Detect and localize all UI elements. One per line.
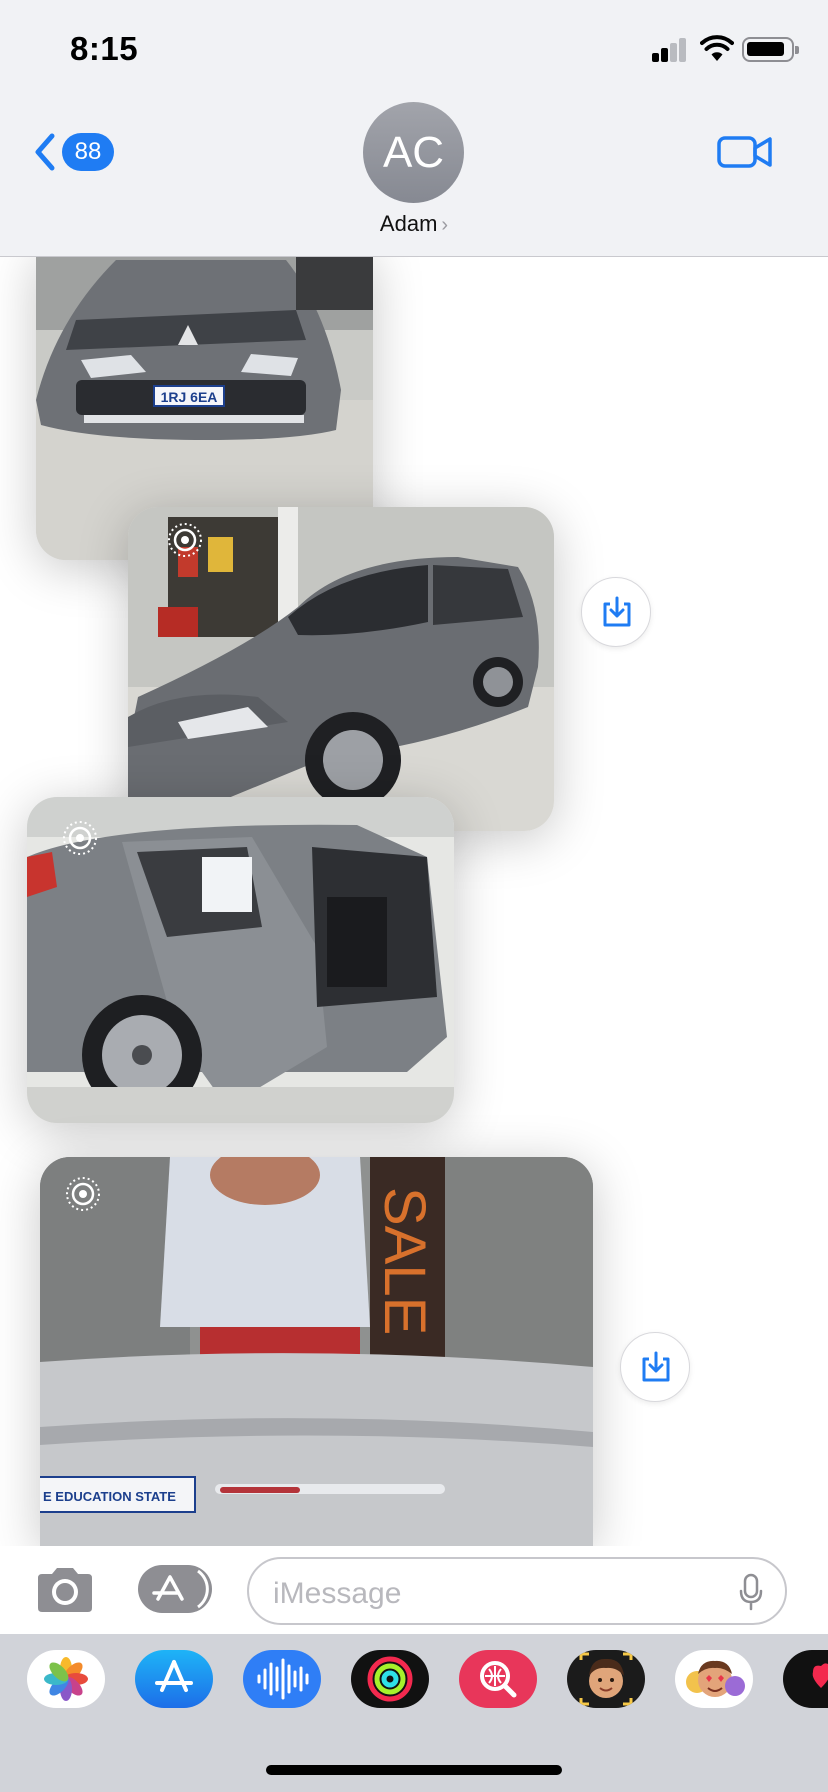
app-store-icon: [155, 1660, 193, 1692]
camera-button[interactable]: [34, 1566, 96, 1614]
cellular-signal-icon: [652, 38, 688, 62]
download-icon: [603, 596, 631, 627]
photo-message-car-reflection[interactable]: SALE E EDUCATION STATE: [40, 1157, 593, 1546]
app-memoji-stickers[interactable]: [675, 1650, 753, 1708]
car-reflection-image: SALE E EDUCATION STATE: [40, 1157, 593, 1546]
contact-name-row[interactable]: Adam ›: [0, 211, 828, 237]
wifi-icon: [700, 35, 734, 61]
photos-icon: [44, 1657, 88, 1701]
digital-touch-icon: [812, 1663, 828, 1688]
home-indicator[interactable]: [266, 1765, 562, 1775]
app-memoji[interactable]: [567, 1650, 645, 1708]
chevron-left-icon: [35, 133, 55, 171]
memoji-icon: [579, 1652, 633, 1706]
facetime-video-button[interactable]: [716, 130, 774, 174]
download-icon: [642, 1351, 670, 1382]
activity-rings-icon: [367, 1656, 413, 1702]
app-app-store[interactable]: [135, 1650, 213, 1708]
plate-text: 1RJ 6EA: [161, 389, 218, 405]
status-bar: 8:15: [0, 0, 828, 100]
reflected-sale-text: SALE: [372, 1187, 437, 1335]
battery-icon: [742, 37, 799, 62]
audio-wave-icon: [257, 1658, 309, 1700]
live-photo-icon: [168, 523, 202, 557]
app-images[interactable]: [459, 1650, 537, 1708]
message-input-bar: iMessage: [0, 1546, 828, 1634]
app-fitness[interactable]: [351, 1650, 429, 1708]
app-store-apps-button[interactable]: [138, 1565, 212, 1613]
status-time: 8:15: [70, 30, 139, 67]
image-search-icon: [480, 1661, 517, 1698]
message-input[interactable]: iMessage: [247, 1557, 787, 1625]
app-drawer: [0, 1634, 828, 1792]
video-camera-icon: [717, 136, 772, 168]
app-audio[interactable]: [243, 1650, 321, 1708]
app-store-icon: [152, 1569, 209, 1609]
back-button[interactable]: 88: [30, 126, 120, 178]
unread-count-badge: 88: [62, 133, 114, 171]
live-photo-icon: [66, 1177, 100, 1211]
app-digital-touch[interactable]: [783, 1650, 828, 1708]
save-photo-button[interactable]: [581, 577, 651, 647]
chevron-right-icon: ›: [441, 214, 449, 236]
contact-avatar[interactable]: AC: [363, 102, 464, 203]
camera-icon: [38, 1568, 92, 1612]
microphone-icon[interactable]: [739, 1573, 763, 1611]
contact-name: Adam: [379, 211, 438, 236]
save-photo-button[interactable]: [620, 1332, 690, 1402]
app-photos[interactable]: [27, 1650, 105, 1708]
live-photo-icon: [63, 821, 97, 855]
memoji-stickers-icon: [686, 1660, 745, 1697]
photo-message-suv-side[interactable]: [128, 507, 554, 831]
message-placeholder: iMessage: [273, 1577, 402, 1610]
conversation-header: 88 AC Adam ›: [0, 100, 828, 257]
plate-text: E EDUCATION STATE: [43, 1489, 176, 1504]
photo-message-suv-door-open[interactable]: [27, 797, 454, 1123]
